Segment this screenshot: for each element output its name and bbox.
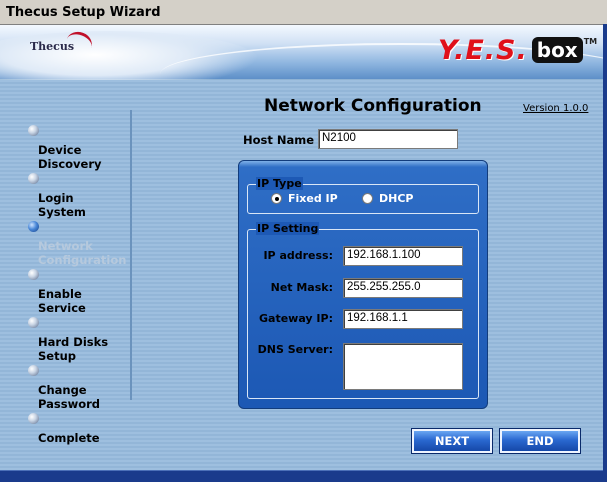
step-label-current: Network Configuration bbox=[38, 239, 127, 267]
ip-setting-title: IP Setting bbox=[256, 222, 320, 235]
fixed-ip-label: Fixed IP bbox=[288, 192, 338, 205]
ip-setting-group: IP Setting IP address: 192.168.1.100 Net… bbox=[247, 222, 479, 399]
header-banner: Thecus Y.E.S. box TM bbox=[0, 25, 607, 91]
step-label: Hard Disks Setup bbox=[38, 335, 109, 363]
step-label: Complete bbox=[38, 431, 100, 445]
host-name-input[interactable]: N2100 bbox=[318, 129, 458, 149]
sidebar-divider bbox=[130, 110, 132, 400]
ip-type-group: IP Type Fixed IP DHCP bbox=[247, 177, 479, 214]
step-label: Change Password bbox=[38, 383, 100, 411]
thecus-logo: Thecus bbox=[30, 28, 96, 59]
yesbox-logo: Y.E.S. box TM bbox=[438, 34, 598, 66]
step-label: Device Discovery bbox=[38, 143, 102, 171]
step-bullet-active-icon bbox=[28, 221, 39, 232]
step-bullet-icon bbox=[28, 173, 39, 184]
network-settings-panel: IP Type Fixed IP DHCP IP Setting IP addr… bbox=[238, 160, 488, 409]
step-bullet-icon bbox=[28, 413, 39, 424]
ip-address-label: IP address: bbox=[263, 249, 333, 262]
ip-type-title: IP Type bbox=[256, 177, 303, 190]
gateway-ip-input[interactable]: 192.168.1.1 bbox=[343, 309, 463, 329]
step-label: Login System bbox=[38, 191, 86, 219]
step-bullet-icon bbox=[28, 125, 39, 136]
next-button[interactable]: NEXT bbox=[411, 428, 493, 454]
bottom-border bbox=[0, 470, 607, 482]
trademark-mark: TM bbox=[583, 37, 598, 46]
yesbox-logo-box: box bbox=[531, 37, 583, 63]
fixed-ip-radio[interactable] bbox=[271, 193, 282, 204]
dns-server-textarea[interactable] bbox=[343, 343, 463, 390]
step-bullet-icon bbox=[28, 317, 39, 328]
right-border bbox=[603, 24, 607, 481]
window-title: Thecus Setup Wizard bbox=[6, 5, 161, 20]
dns-server-label: DNS Server: bbox=[257, 343, 333, 356]
dhcp-radio[interactable] bbox=[362, 193, 373, 204]
dhcp-label: DHCP bbox=[379, 192, 414, 205]
net-mask-label: Net Mask: bbox=[270, 281, 333, 294]
end-button[interactable]: END bbox=[499, 428, 581, 454]
host-name-label: Host Name bbox=[243, 133, 315, 147]
step-bullet-icon bbox=[28, 365, 39, 376]
step-bullet-icon bbox=[28, 269, 39, 280]
step-label: Enable Service bbox=[38, 287, 86, 315]
ip-address-input[interactable]: 192.168.1.100 bbox=[343, 246, 463, 266]
page-title: Network Configuration bbox=[264, 96, 482, 116]
title-bar: Thecus Setup Wizard bbox=[0, 0, 607, 25]
version-link[interactable]: Version 1.0.0 bbox=[523, 103, 588, 114]
gateway-ip-label: Gateway IP: bbox=[259, 312, 333, 325]
yesbox-logo-yes: Y.E.S. bbox=[438, 34, 528, 66]
net-mask-input[interactable]: 255.255.255.0 bbox=[343, 278, 463, 298]
